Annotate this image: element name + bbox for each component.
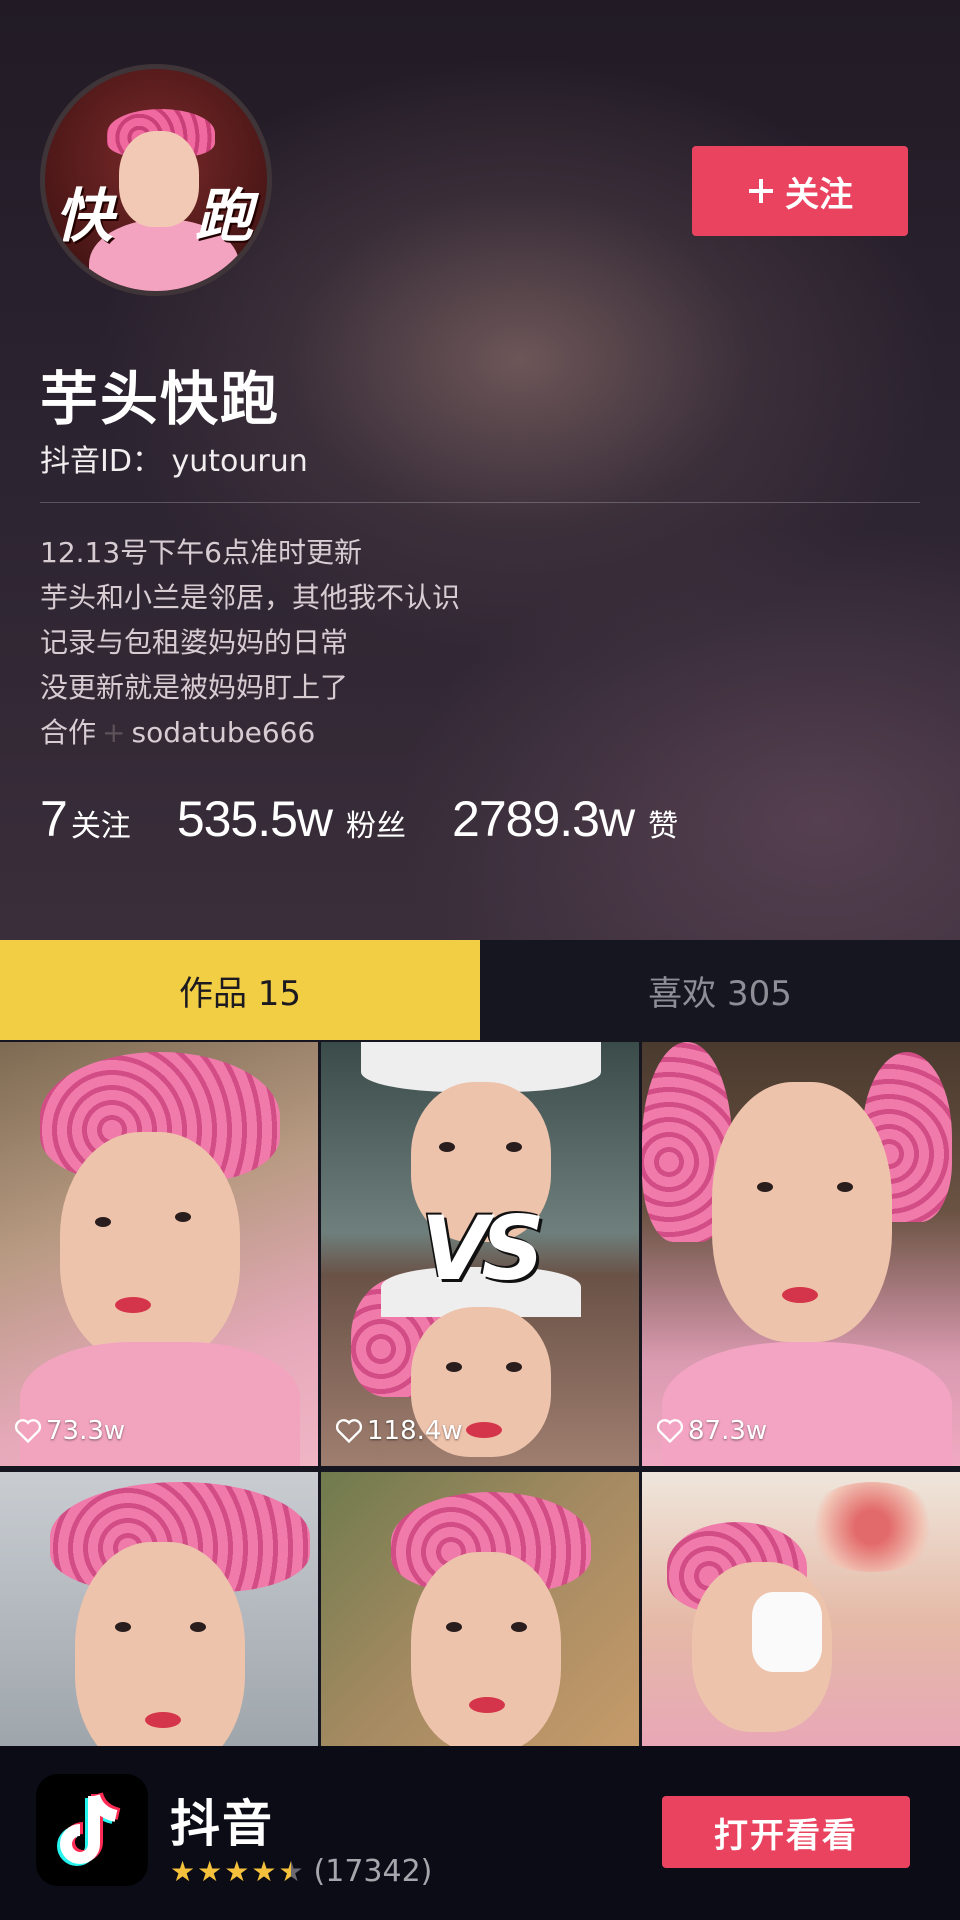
avatar-calligraphy-left: 快 xyxy=(55,182,114,250)
fans-label: 粉丝 xyxy=(346,809,407,844)
follow-button[interactable]: 关注 xyxy=(692,146,908,236)
likes-count[interactable]: 2789.3w xyxy=(452,790,635,848)
avatar[interactable]: 快 跑 xyxy=(40,64,272,296)
cooperation-value: sodatube666 xyxy=(131,716,316,749)
heart-icon xyxy=(656,1419,684,1444)
star-icon: ★ xyxy=(251,1855,277,1888)
video-grid: 73.3w VS 118.4w 87.3w xyxy=(0,1042,960,1747)
star-icon: ★ xyxy=(197,1855,223,1888)
cooperation-line: 合作 + sodatube666 xyxy=(40,710,460,755)
video-thumbnail[interactable] xyxy=(642,1472,960,1747)
profile-header: 快 跑 关注 芋头快跑 抖音ID： yutourun 12.13号下午6点准时更… xyxy=(0,0,960,940)
video-thumbnail[interactable] xyxy=(321,1472,639,1747)
bio-line: 没更新就是被妈妈盯上了 xyxy=(40,671,349,704)
star-icon: ★ xyxy=(224,1855,250,1888)
star-icon: ★ xyxy=(170,1855,196,1888)
video-likes: 73.3w xyxy=(14,1416,125,1446)
video-thumbnail[interactable] xyxy=(0,1472,318,1747)
tab-bar: 作品 15 喜欢 305 xyxy=(0,940,960,1040)
divider xyxy=(40,502,920,503)
following-label: 关注 xyxy=(70,809,131,844)
vs-overlay: VS xyxy=(421,1197,545,1300)
cooperation-plus: + xyxy=(102,716,126,749)
app-name: 抖音 xyxy=(170,1795,274,1853)
bio-line: 记录与包租婆妈妈的日常 xyxy=(40,626,349,659)
heart-icon xyxy=(14,1419,42,1444)
app-rating: ★ ★ ★ ★ ★ (17342) xyxy=(170,1854,432,1889)
video-thumbnail[interactable]: VS 118.4w xyxy=(321,1042,639,1466)
stats-row: 7 关注 535.5w 粉丝 2789.3w 赞 xyxy=(40,790,678,848)
video-likes: 118.4w xyxy=(335,1416,463,1446)
bio-line: 12.13号下午6点准时更新 xyxy=(40,536,362,569)
tab-likes[interactable]: 喜欢 305 xyxy=(480,940,960,1040)
video-thumbnail[interactable]: 87.3w xyxy=(642,1042,960,1466)
follow-button-label: 关注 xyxy=(785,174,853,215)
following-count[interactable]: 7 xyxy=(40,790,68,848)
plus-icon xyxy=(749,179,773,203)
avatar-calligraphy-right: 跑 xyxy=(195,182,254,250)
likes-label: 赞 xyxy=(648,809,679,844)
bio: 12.13号下午6点准时更新 芋头和小兰是邻居，其他我不认识 记录与包租婆妈妈的… xyxy=(40,530,460,755)
video-likes: 87.3w xyxy=(656,1416,767,1446)
half-star-icon: ★ xyxy=(278,1855,304,1888)
douyin-id: 抖音ID： yutourun xyxy=(40,444,308,479)
app-download-banner: 抖音 ★ ★ ★ ★ ★ (17342) 打开看看 xyxy=(0,1746,960,1920)
bio-line: 芋头和小兰是邻居，其他我不认识 xyxy=(40,581,461,614)
rating-count: (17342) xyxy=(313,1854,433,1889)
tab-works[interactable]: 作品 15 xyxy=(0,940,480,1040)
video-thumbnail[interactable]: 73.3w xyxy=(0,1042,318,1466)
open-app-button[interactable]: 打开看看 xyxy=(662,1796,910,1868)
cooperation-label: 合作 xyxy=(40,716,97,749)
fans-count[interactable]: 535.5w xyxy=(177,790,333,848)
heart-icon xyxy=(335,1419,363,1444)
douyin-logo-icon[interactable] xyxy=(36,1774,148,1886)
nickname: 芋头快跑 xyxy=(40,365,281,433)
